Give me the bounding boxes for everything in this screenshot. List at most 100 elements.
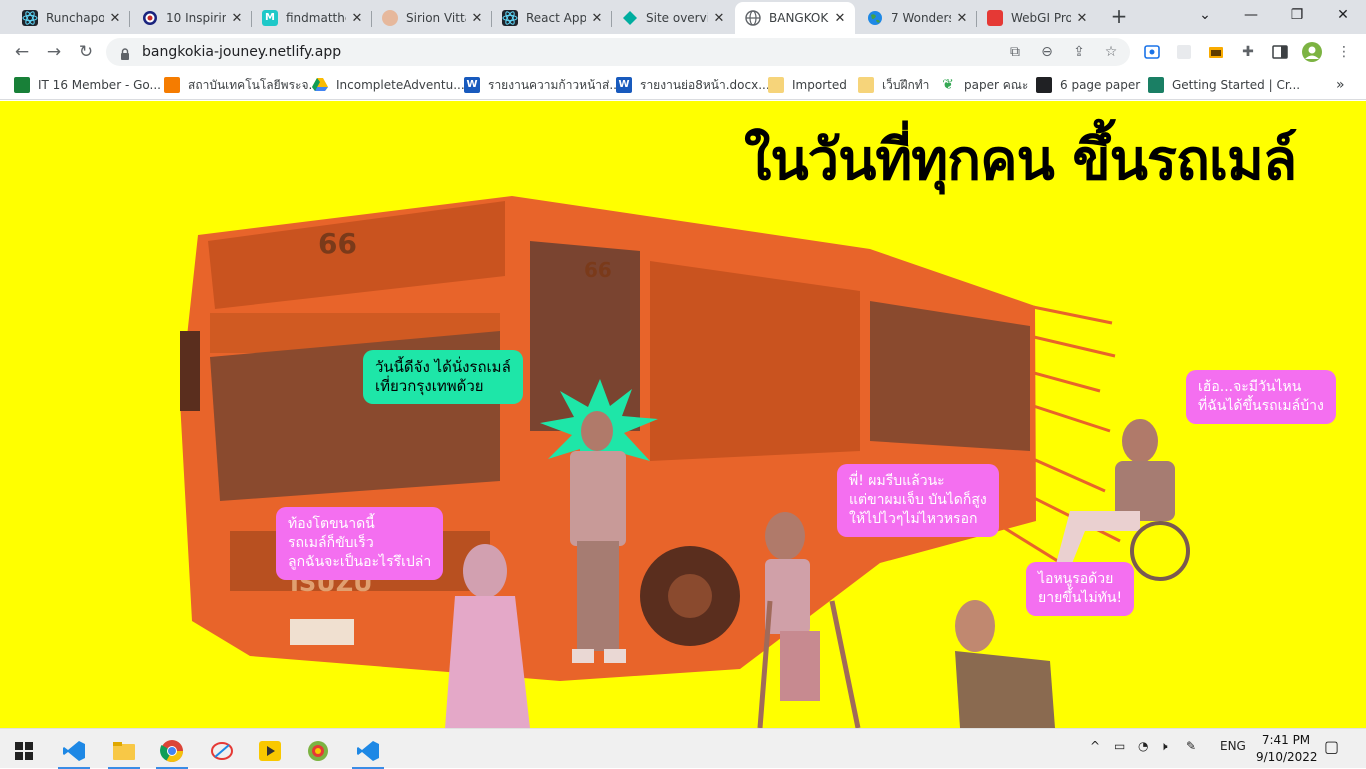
forward-arrow-icon[interactable]: → bbox=[42, 40, 66, 64]
tab-close-icon[interactable]: ✕ bbox=[470, 11, 484, 26]
bookmark-item[interactable]: เว็บฝึกทำ bbox=[858, 76, 929, 94]
bookmarks-overflow-icon[interactable]: » bbox=[1336, 76, 1345, 94]
bookmark-label: Getting Started | Cr... bbox=[1172, 78, 1301, 92]
extensions-puzzle-icon[interactable]: ✚ bbox=[1238, 42, 1258, 62]
paint-icon[interactable] bbox=[202, 733, 242, 769]
bubble-line: ให้ไปไวๆไม่ไหวหรอก bbox=[849, 511, 978, 527]
bubble-line: รถเมล์ก็ขับเร็ว bbox=[288, 535, 374, 551]
bubble-line: ยายขึ้นไม่ทัน! bbox=[1038, 590, 1123, 606]
tab-close-icon[interactable]: ✕ bbox=[1075, 11, 1089, 26]
m-logo-icon: M bbox=[262, 10, 278, 26]
netlify-icon bbox=[622, 10, 638, 26]
tab-6-active[interactable]: BANGKOK ✕ bbox=[735, 2, 855, 34]
webgi-icon bbox=[987, 10, 1003, 26]
back-arrow-icon[interactable]: ← bbox=[10, 40, 34, 64]
tab-8[interactable]: WebGI Pro ✕ bbox=[977, 2, 1097, 34]
tab-close-icon[interactable]: ✕ bbox=[230, 11, 244, 26]
speech-bubble-pregnant: ท้องโตขนาดนี้ รถเมล์ก็ขับเร็ว ลูกฉันจะเป… bbox=[276, 507, 444, 580]
globe-icon bbox=[745, 10, 761, 26]
bookmark-label: รายงานย่อ8หน้า.docx... bbox=[640, 77, 770, 92]
speech-bubble-student: วันนี้ดีจัง ได้นั่งรถเมล์ เที่ยวกรุงเทพด… bbox=[363, 350, 523, 404]
tab-2[interactable]: M findmatthe ✕ bbox=[252, 2, 372, 34]
tab-5[interactable]: Site overvie ✕ bbox=[612, 2, 734, 34]
kmplayer-icon[interactable] bbox=[250, 733, 290, 769]
tab-7[interactable]: 7 Wonders ✕ bbox=[857, 2, 977, 34]
speech-bubble-wheelchair: เฮ้อ...จะมีวันไหน ที่ฉันได้ขึ้นรถเมล์บ้า… bbox=[1186, 370, 1336, 424]
bookmark-star-icon[interactable]: ☆ bbox=[1102, 43, 1120, 61]
wifi-icon[interactable]: ◔ bbox=[1138, 739, 1148, 753]
sheets-icon bbox=[14, 77, 30, 93]
screen-capture-icon[interactable] bbox=[1142, 42, 1162, 62]
chrome-icon[interactable] bbox=[152, 733, 192, 769]
bookmark-label: รายงานความก้าวหน้าส่... bbox=[488, 77, 621, 92]
language-indicator[interactable]: ENG bbox=[1220, 739, 1246, 753]
battery-icon[interactable]: ▭ bbox=[1114, 739, 1125, 753]
bookmarks-bar: IT 16 Member - Go... สถาบันเทคโนโลยีพระจ… bbox=[0, 70, 1366, 100]
profile-avatar-icon[interactable] bbox=[1302, 42, 1322, 62]
share-icon[interactable]: ⇪ bbox=[1070, 43, 1088, 61]
browser-toolbar: ← → ↻ bangkokia-jouney.netlify.app ⧉ ⊖ ⇪… bbox=[0, 34, 1366, 70]
folder-icon bbox=[768, 77, 784, 93]
tab-close-icon[interactable]: ✕ bbox=[712, 11, 726, 26]
bubble-line: วันนี้ดีจัง ได้นั่งรถเมล์ bbox=[375, 358, 511, 376]
tab-label: 10 Inspiring bbox=[166, 11, 226, 25]
reload-icon[interactable]: ↻ bbox=[74, 40, 98, 64]
page-canvas: ในวันที่ทุกคน ขึ้นรถเมล์ 66 66 ISUZU วัน… bbox=[0, 101, 1366, 728]
minimize-button[interactable]: — bbox=[1228, 0, 1274, 30]
bookmark-item[interactable]: W รายงานย่อ8หน้า.docx... bbox=[616, 76, 770, 94]
extension-blank-icon[interactable] bbox=[1174, 42, 1194, 62]
bookmark-item[interactable]: ❦ paper คณะ bbox=[940, 76, 1028, 94]
leaf-icon: ❦ bbox=[942, 77, 954, 93]
translate-icon[interactable]: ⧉ bbox=[1006, 43, 1024, 61]
tab-0[interactable]: Runchapol ✕ bbox=[12, 2, 130, 34]
bookmark-item[interactable]: IncompleteAdventu... bbox=[312, 76, 465, 94]
earth-icon bbox=[867, 10, 883, 26]
vscode-icon[interactable] bbox=[348, 733, 388, 769]
react-icon bbox=[22, 10, 38, 26]
folder-extension-icon[interactable] bbox=[1206, 42, 1226, 62]
close-window-button[interactable]: ✕ bbox=[1320, 0, 1366, 30]
windows-start-icon[interactable] bbox=[4, 733, 44, 769]
tab-label: 7 Wonders bbox=[891, 11, 951, 25]
file-explorer-icon[interactable] bbox=[104, 733, 144, 769]
side-panel-icon[interactable] bbox=[1270, 42, 1290, 62]
bubble-line: ลูกฉันจะเป็นอะไรรึเปล่า bbox=[288, 554, 432, 570]
scene-illustration: 66 66 ISUZU bbox=[180, 196, 1190, 728]
bookmark-item[interactable]: Imported bbox=[768, 76, 847, 94]
bookmark-item[interactable]: W รายงานความก้าวหน้าส่... bbox=[464, 76, 621, 94]
url-text[interactable]: bangkokia-jouney.netlify.app bbox=[142, 44, 341, 60]
tab-3[interactable]: Sirion Vitta ✕ bbox=[372, 2, 492, 34]
tab-1[interactable]: 10 Inspiring ✕ bbox=[132, 2, 252, 34]
bubble-line: ที่ฉันได้ขึ้นรถเมล์บ้าง bbox=[1198, 398, 1324, 414]
notification-icon[interactable]: ▢ bbox=[1324, 737, 1339, 756]
tab-close-icon[interactable]: ✕ bbox=[350, 11, 364, 26]
menu-kebab-icon[interactable]: ⋮ bbox=[1334, 42, 1354, 62]
bookmark-label: paper คณะ bbox=[964, 77, 1029, 92]
zoom-icon[interactable]: ⊖ bbox=[1038, 43, 1056, 61]
bookmark-label: สถาบันเทคโนโลยีพระจ... bbox=[188, 77, 320, 92]
wheelchair-user-figure bbox=[1052, 419, 1190, 581]
tab-close-icon[interactable]: ✕ bbox=[833, 11, 847, 26]
bookmark-label: IncompleteAdventu... bbox=[336, 78, 465, 92]
bookmark-item[interactable]: Getting Started | Cr... bbox=[1148, 76, 1300, 94]
system-clock[interactable]: 7:41 PM 9/10/2022 bbox=[1256, 732, 1318, 766]
tab-search-icon[interactable]: ⌄ bbox=[1182, 0, 1228, 30]
vscode-icon[interactable] bbox=[54, 733, 94, 769]
address-bar[interactable]: bangkokia-jouney.netlify.app ⧉ ⊖ ⇪ ☆ bbox=[106, 38, 1130, 66]
tab-close-icon[interactable]: ✕ bbox=[955, 11, 969, 26]
tab-4[interactable]: React App ✕ bbox=[492, 2, 612, 34]
pen-icon[interactable]: ✎ bbox=[1186, 739, 1196, 753]
tab-close-icon[interactable]: ✕ bbox=[590, 11, 604, 26]
jetbrains-icon[interactable] bbox=[298, 733, 338, 769]
bookmark-item[interactable]: สถาบันเทคโนโลยีพระจ... bbox=[164, 76, 320, 94]
new-tab-button[interactable]: + bbox=[1108, 6, 1130, 28]
bookmark-item[interactable]: IT 16 Member - Go... bbox=[14, 76, 161, 94]
tab-close-icon[interactable]: ✕ bbox=[108, 11, 122, 26]
restore-button[interactable]: ❐ bbox=[1274, 0, 1320, 30]
chevron-up-icon[interactable]: ^ bbox=[1090, 739, 1100, 753]
bubble-line: ท้องโตขนาดนี้ bbox=[288, 516, 375, 532]
volume-muted-icon[interactable]: 🕨 bbox=[1160, 739, 1168, 754]
bookmark-item[interactable]: 6 page paper bbox=[1036, 76, 1140, 94]
tab-strip: Runchapol ✕ 10 Inspiring ✕ M findmatthe … bbox=[0, 0, 1366, 34]
bus-route-number-side: 66 bbox=[584, 258, 612, 282]
